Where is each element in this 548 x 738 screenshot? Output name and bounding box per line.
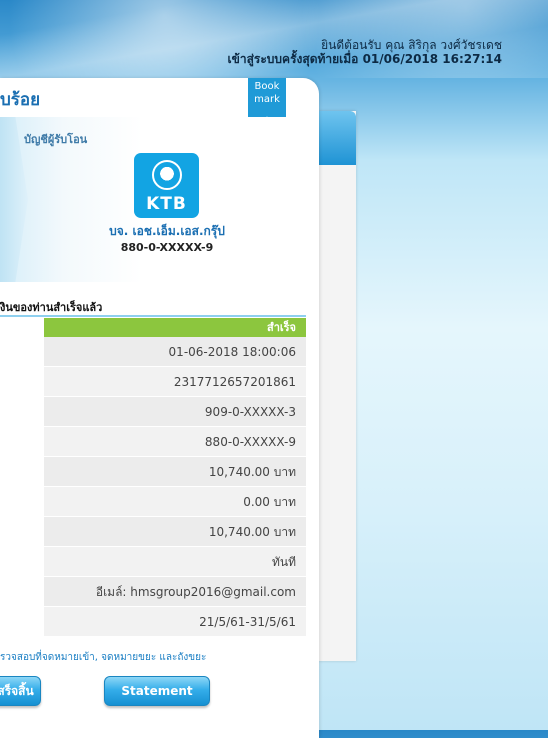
finish-button[interactable]: เสร็จสิ้น [0,676,41,706]
side-panel [318,111,356,661]
last-login: เข้าสู่ระบบครั้งสุดท้ายเมื่อ 01/06/2018 … [227,52,502,66]
table-row: 2317712657201861 [44,367,306,397]
side-panel-header [318,111,356,165]
page-title: บร้อย [0,90,41,110]
recipient-account-number: 880-0-XXXXX-9 [120,241,214,254]
bank-logo-text: KTB [146,194,187,214]
section-title: งินของท่านสำเร็จแล้ว [0,301,103,314]
bank-emblem-icon [152,160,182,190]
recipient-label: บัญชีผู้รับโอน [24,133,88,146]
table-row: 21/5/61-31/5/61 [44,607,306,637]
table-row: 10,740.00 บาท [44,457,306,487]
welcome-greeting: ยินดีต้อนรับ คุณ สิริกุล วงศ์วัชรเดช เข้… [228,38,502,66]
greeting-user: ยินดีต้อนรับ คุณ สิริกุล วงศ์วัชรเดช [321,38,502,52]
table-row: ทันที [44,547,306,577]
transfer-details-table: สำเร็จ 01-06-2018 18:00:06 2317712657201… [44,318,306,637]
ktb-logo: KTB [134,153,199,218]
bookmark-label-1: Book [254,81,280,92]
table-row: 909-0-XXXXX-3 [44,397,306,427]
bookmark-label-2: mark [254,94,280,105]
table-row: 10,740.00 บาท [44,517,306,547]
recipient-account-name: บจ. เอช.เอ็ม.เอส.กรุ๊ป [109,224,225,238]
table-row: อีเมล์: hmsgroup2016@gmail.com [44,577,306,607]
table-row: 01-06-2018 18:00:06 [44,337,306,367]
email-check-note: รวจสอบที่จดหมายเข้า, จดหมายขยะ และถังขยะ [0,652,207,663]
statement-button[interactable]: Statement [104,676,210,706]
table-row: 880-0-XXXXX-9 [44,427,306,457]
table-row: 0.00 บาท [44,487,306,517]
status-badge: สำเร็จ [44,318,306,337]
section-divider [0,315,306,317]
